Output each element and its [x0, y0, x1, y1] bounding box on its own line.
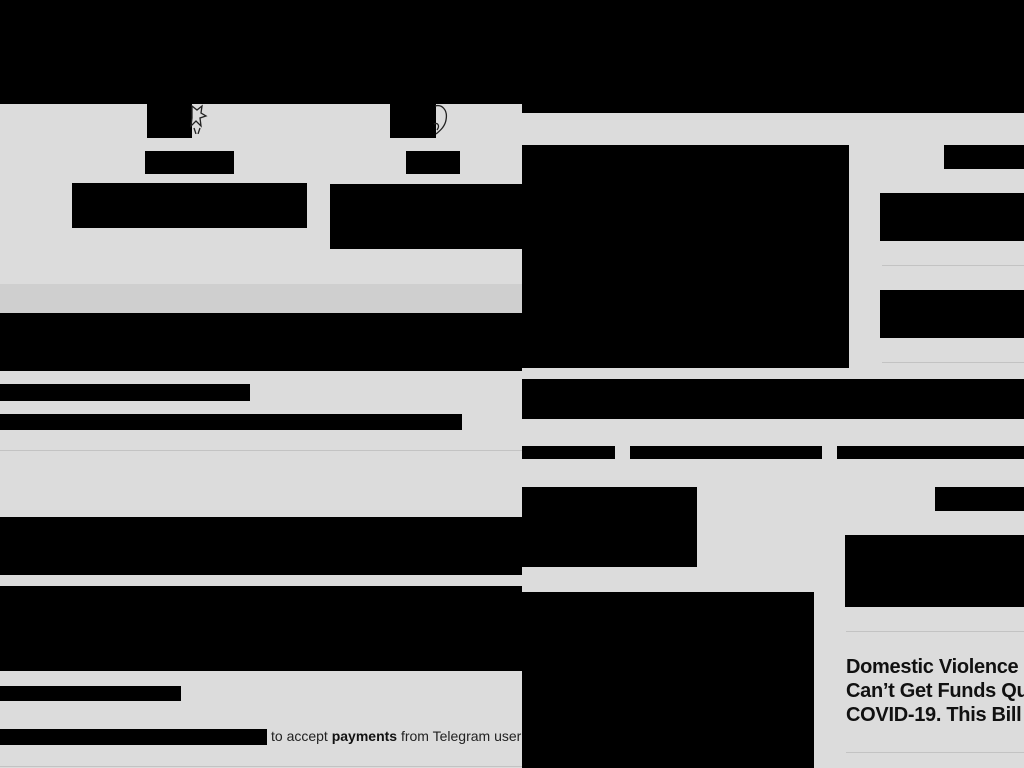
- divider-line: [0, 450, 522, 451]
- redacted-tab-1[interactable]: [522, 446, 615, 459]
- redacted-feature-1-image: [147, 104, 192, 138]
- redacted-article-title[interactable]: [0, 517, 522, 575]
- redacted-feature-2-description: [330, 184, 522, 249]
- redacted-feature-2-image: [390, 104, 436, 138]
- redacted-sidebar-story-2[interactable]: [880, 290, 1024, 338]
- card-divider-1: [846, 631, 1024, 632]
- left-content-pane: to accept payments from Telegram user: [0, 104, 522, 768]
- redacted-feature-1-title: [145, 151, 234, 174]
- sentence-after: from Telegram user: [400, 728, 522, 744]
- payments-sentence: to accept payments from Telegram user: [271, 728, 521, 744]
- headline-line-1: Domestic Violence P: [846, 656, 1024, 678]
- redacted-article-meta: [0, 686, 181, 701]
- sidebar-divider-1: [882, 265, 1024, 266]
- redacted-byline: [0, 384, 250, 401]
- redacted-sidebar-label: [944, 145, 1024, 169]
- story-headline[interactable]: Domestic Violence P Can’t Get Funds Quic…: [846, 655, 1024, 727]
- section-divider-band: [0, 284, 522, 313]
- sentence-before: to accept: [271, 728, 328, 744]
- redacted-card-title[interactable]: [845, 535, 1024, 607]
- redacted-article-body: [0, 586, 522, 671]
- sidebar-divider-2: [882, 362, 1024, 363]
- hand-icon: [433, 104, 448, 135]
- card-divider-2: [846, 752, 1024, 753]
- redacted-section-heading: [0, 313, 522, 371]
- redacted-tab-3[interactable]: [837, 446, 1024, 459]
- redacted-card-label: [935, 487, 1024, 511]
- top-redacted-band: [0, 0, 1024, 104]
- award-icon: [190, 104, 208, 134]
- headline-line-2: Can’t Get Funds Quic: [846, 680, 1024, 702]
- sentence-bold-keyword: payments: [331, 728, 398, 744]
- redacted-feature-1-description: [72, 183, 307, 228]
- redacted-tab-2[interactable]: [630, 446, 822, 459]
- headline-line-3: COVID-19. This Bill C: [846, 704, 1024, 726]
- redacted-wide-banner: [522, 379, 1024, 419]
- redacted-featured-image[interactable]: [522, 145, 849, 368]
- redacted-sentence-lead: [0, 729, 267, 745]
- redacted-summary-line: [0, 414, 462, 430]
- right-content-pane: Domestic Violence P Can’t Get Funds Quic…: [522, 113, 1024, 768]
- redacted-feature-2-title: [406, 151, 460, 174]
- redacted-sidebar-story-1[interactable]: [880, 193, 1024, 241]
- redacted-card-thumbnail[interactable]: [522, 487, 697, 567]
- redacted-large-image[interactable]: [522, 592, 814, 768]
- bottom-divider-line: [0, 766, 522, 767]
